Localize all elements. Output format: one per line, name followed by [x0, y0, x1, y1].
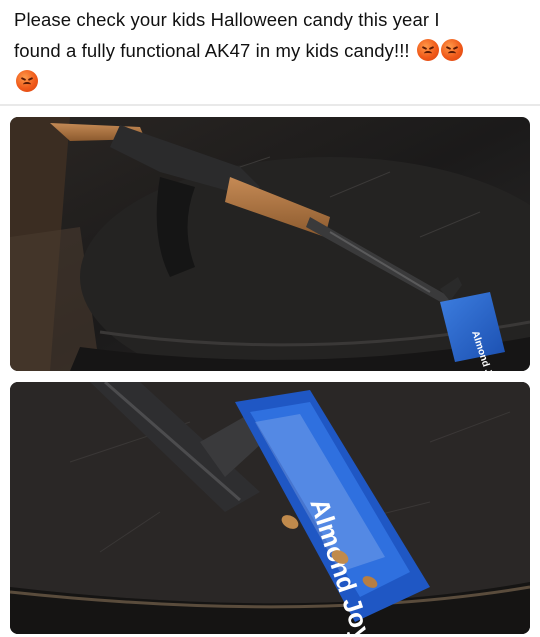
post-text: Please check your kids Halloween candy t… — [14, 4, 524, 97]
post-photo-candy[interactable]: Almond Joy — [10, 382, 530, 634]
angry-face-icon — [440, 39, 463, 61]
angry-face-icon — [416, 39, 439, 61]
post-card: Please check your kids Halloween candy t… — [0, 0, 540, 637]
divider — [0, 104, 540, 106]
post-photo-rifle[interactable]: Almond Joy — [10, 117, 530, 371]
rifle-on-table-photo: Almond Joy — [10, 117, 530, 371]
candy-wrapper-closeup-photo: Almond Joy — [10, 382, 530, 634]
post-text-line-2: found a fully functional AK47 in my kids… — [14, 40, 410, 61]
post-text-line-1: Please check your kids Halloween candy t… — [14, 9, 440, 30]
angry-face-icon — [16, 70, 38, 92]
